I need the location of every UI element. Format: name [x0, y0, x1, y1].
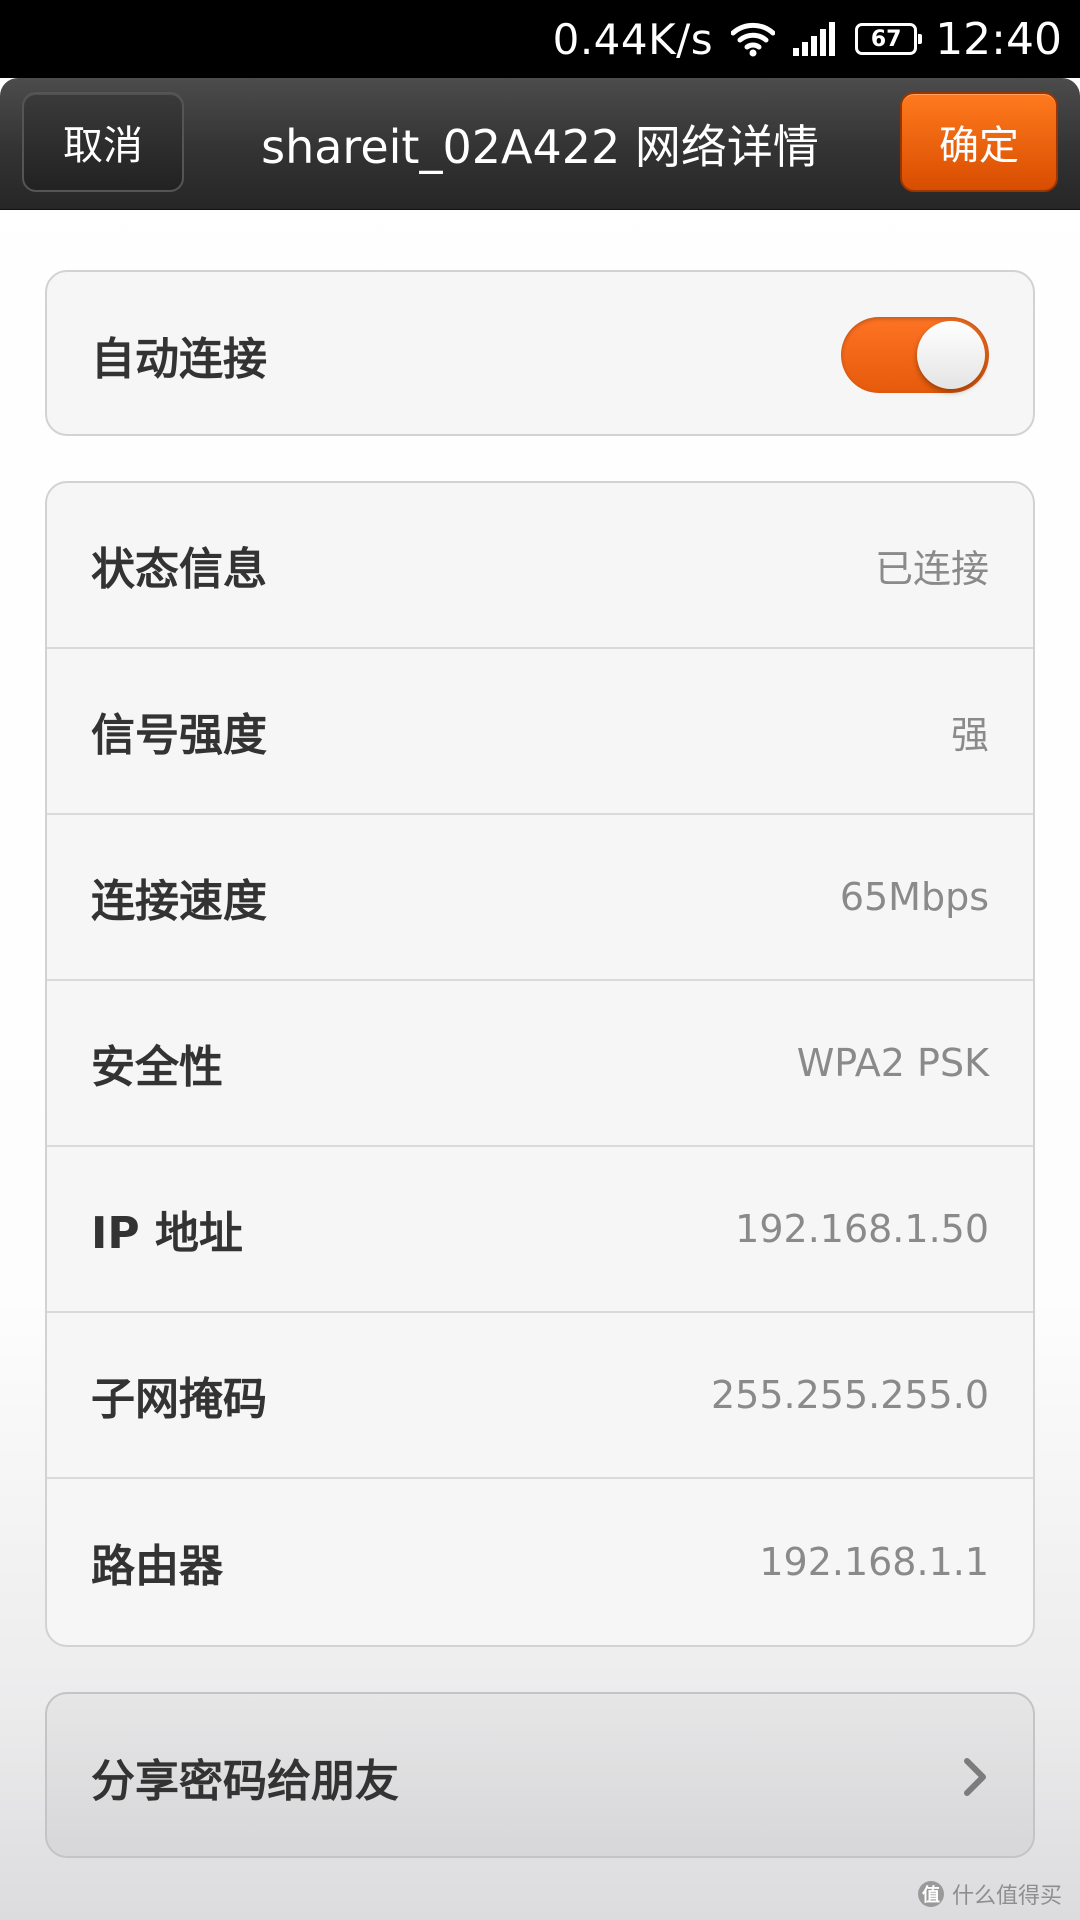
auto-connect-toggle[interactable] [841, 317, 989, 393]
auto-connect-card: 自动连接 [45, 270, 1035, 436]
detail-label: 安全性 [91, 1042, 223, 1093]
wifi-icon [731, 21, 776, 57]
toggle-knob [917, 321, 985, 389]
battery-icon: 67 [855, 23, 923, 55]
watermark-text: 什么值得买 [951, 1884, 1062, 1909]
network-speed: 0.44K/s [552, 14, 714, 64]
chevron-right-icon [961, 1757, 989, 1797]
battery-level: 67 [870, 26, 902, 52]
detail-value: 已连接 [874, 546, 989, 591]
signal-strength-icon [793, 22, 837, 56]
detail-value: 192.168.1.50 [735, 1207, 989, 1251]
detail-label: 信号强度 [91, 710, 267, 761]
detail-row-signal: 信号强度 强 [47, 649, 1033, 815]
auto-connect-row[interactable]: 自动连接 [47, 272, 1033, 434]
share-password-label: 分享密码给朋友 [91, 1756, 399, 1807]
detail-value: 强 [950, 712, 989, 757]
watermark-logo-icon: 值 [917, 1881, 944, 1907]
auto-connect-label: 自动连接 [91, 334, 267, 385]
detail-row-ip: IP 地址 192.168.1.50 [47, 1147, 1033, 1313]
detail-row-status: 状态信息 已连接 [47, 483, 1033, 649]
clock: 12:40 [935, 13, 1062, 65]
detail-value: WPA2 PSK [796, 1041, 989, 1085]
detail-row-speed: 连接速度 65Mbps [47, 815, 1033, 981]
detail-row-security: 安全性 WPA2 PSK [47, 981, 1033, 1147]
detail-row-router: 路由器 192.168.1.1 [47, 1479, 1033, 1645]
detail-value: 255.255.255.0 [710, 1373, 989, 1417]
title-bar: 取消 shareit_02A422 网络详情 确定 [0, 78, 1080, 210]
detail-label: IP 地址 [91, 1208, 243, 1259]
detail-label: 连接速度 [91, 876, 267, 927]
cancel-button[interactable]: 取消 [22, 92, 184, 192]
detail-label: 路由器 [91, 1541, 223, 1592]
detail-label: 子网掩码 [91, 1374, 267, 1425]
detail-value: 192.168.1.1 [759, 1540, 989, 1584]
detail-value: 65Mbps [839, 875, 989, 919]
confirm-button[interactable]: 确定 [900, 92, 1058, 192]
status-bar: 0.44K/s 67 12:40 [0, 0, 1080, 78]
watermark: 值 什么值得买 [917, 1878, 1062, 1910]
detail-row-subnet: 子网掩码 255.255.255.0 [47, 1313, 1033, 1479]
share-password-card: 分享密码给朋友 [45, 1692, 1035, 1858]
page-title: shareit_02A422 网络详情 [261, 120, 819, 174]
share-password-row[interactable]: 分享密码给朋友 [47, 1694, 1033, 1856]
status-indicators: 0.44K/s 67 12:40 [553, 0, 1062, 78]
detail-label: 状态信息 [91, 544, 267, 595]
network-details-card: 状态信息 已连接 信号强度 强 连接速度 65Mbps 安全性 WPA2 PSK… [45, 481, 1035, 1647]
